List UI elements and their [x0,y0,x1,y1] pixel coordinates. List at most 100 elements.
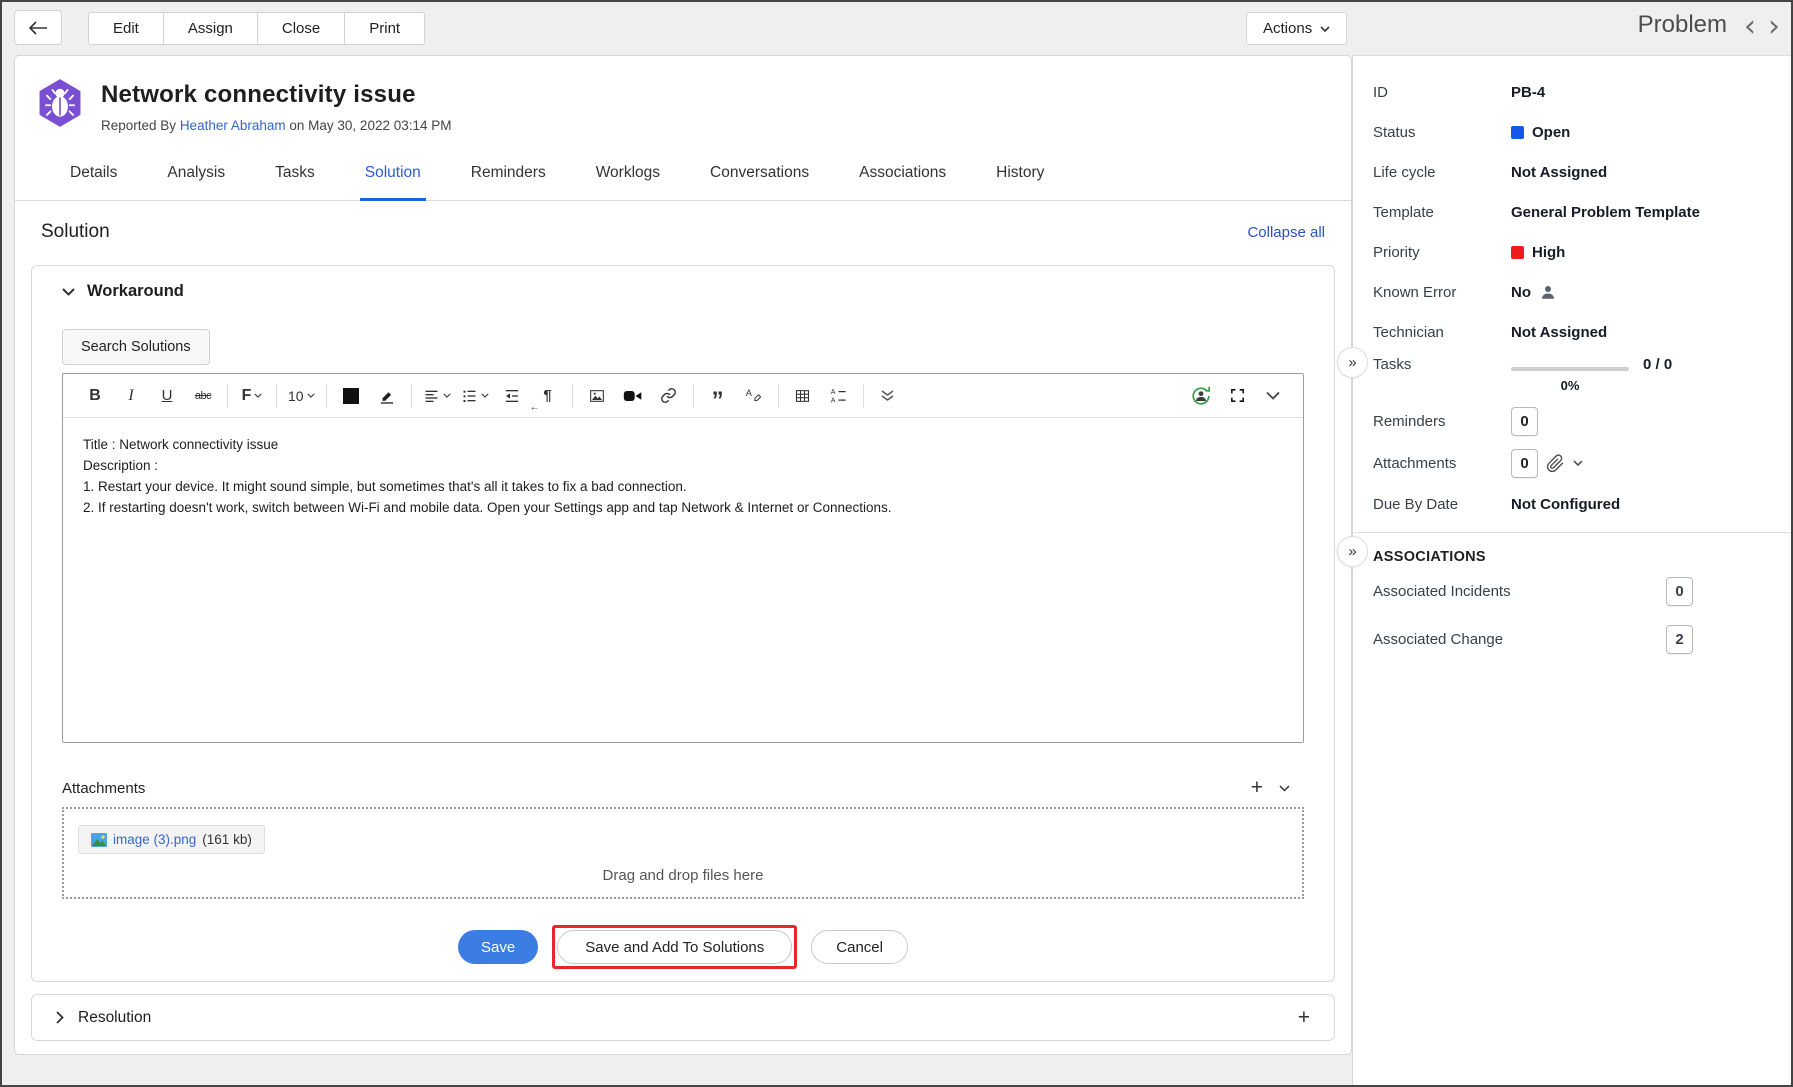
align-icon[interactable] [423,381,451,411]
save-and-add-to-solutions-button[interactable]: Save and Add To Solutions [557,930,792,964]
field-template: Template General Problem Template [1353,192,1791,232]
details-sidebar: » » ID PB-4 Status Open Life cycle Not A… [1352,55,1791,1085]
tab-analysis[interactable]: Analysis [142,145,250,200]
attachment-file-link[interactable]: image (3).png [113,832,196,847]
tab-solution[interactable]: Solution [340,145,446,200]
attachments-count-badge[interactable]: 0 [1511,449,1538,478]
tab-reminders[interactable]: Reminders [446,145,571,200]
field-label: Due By Date [1373,496,1511,513]
editor-content[interactable]: Title : Network connectivity issue Descr… [63,418,1303,742]
ticket-tabs: Details Analysis Tasks Solution Reminder… [15,145,1351,201]
tasks-count: 0 / 0 [1643,356,1672,373]
collapse-toolbar-icon[interactable] [1260,381,1286,411]
action-button-group: Edit Assign Close Print [88,12,425,45]
workaround-header[interactable]: Workaround [62,282,1304,301]
text-direction-icon[interactable]: ¶← [535,381,561,411]
edit-button[interactable]: Edit [88,12,164,45]
associated-incidents-count[interactable]: 0 [1666,577,1693,606]
record-navigation: ‹ › [1739,8,1785,46]
file-dropzone[interactable]: image (3).png (161 kb) Drag and drop fil… [62,807,1304,899]
title-block: Network connectivity issue Reported By H… [101,78,452,133]
associations-heading: ASSOCIATIONS [1353,533,1791,565]
add-attachment-icon[interactable]: + [1251,779,1263,797]
assign-button[interactable]: Assign [163,12,258,45]
more-tools-icon[interactable] [875,381,901,411]
attachments-label: Attachments [62,780,145,797]
close-button[interactable]: Close [257,12,345,45]
font-color-icon[interactable] [338,381,364,411]
paperclip-icon[interactable] [1546,454,1565,473]
associated-change-count[interactable]: 2 [1666,625,1693,654]
insert-table-icon[interactable] [790,381,816,411]
chevron-down-icon[interactable] [1573,460,1583,466]
attachments-actions: + [1251,779,1304,797]
field-tasks: Tasks 0 / 0 0% [1353,352,1791,400]
font-family-icon[interactable]: F [239,381,265,411]
chevron-right-icon [56,1011,64,1024]
bullet-list-icon[interactable] [461,381,489,411]
toolbar-divider [572,384,573,408]
search-solutions-button[interactable]: Search Solutions [62,329,210,365]
toolbar-divider [411,384,412,408]
person-icon[interactable] [1539,283,1557,301]
toolbar-divider [863,384,864,408]
attachment-chip[interactable]: image (3).png (161 kb) [78,825,265,854]
field-value: High [1532,244,1565,261]
previous-record-icon[interactable]: ‹ [1739,8,1761,46]
reminders-count-badge[interactable]: 0 [1511,407,1538,436]
reporter-link[interactable]: Heather Abraham [180,118,286,133]
sidebar-collapse-handle[interactable]: » [1337,347,1368,378]
tab-associations[interactable]: Associations [834,145,971,200]
actions-dropdown-button[interactable]: Actions [1246,12,1347,45]
next-record-icon[interactable]: › [1763,8,1785,46]
ticket-title: Network connectivity issue [101,81,452,109]
add-resolution-icon[interactable]: + [1298,1006,1310,1030]
font-size-value: 10 [288,388,304,404]
chevron-down-icon [443,393,451,398]
cancel-button[interactable]: Cancel [811,930,908,964]
tab-details[interactable]: Details [45,145,142,200]
field-priority: Priority High [1353,232,1791,272]
insert-image-icon[interactable] [584,381,610,411]
field-label: Reminders [1373,413,1511,430]
status-color-swatch [1511,126,1524,139]
strikethrough-icon[interactable]: abc [190,381,216,411]
tab-history[interactable]: History [971,145,1069,200]
field-label: Associated Change [1373,631,1503,648]
highlight-icon[interactable] [374,381,400,411]
toolbar-divider [326,384,327,408]
zia-assist-icon[interactable] [1188,381,1214,411]
italic-icon[interactable]: I [118,381,144,411]
tab-conversations[interactable]: Conversations [685,145,834,200]
insert-video-icon[interactable] [620,381,646,411]
outdent-icon[interactable] [499,381,525,411]
font-size-dropdown[interactable]: 10 [288,381,315,411]
toolbar-divider [778,384,779,408]
toolbar-divider [276,384,277,408]
underline-icon[interactable]: U [154,381,180,411]
tab-worklogs[interactable]: Worklogs [571,145,685,200]
field-due-by-date: Due By Date Not Configured [1353,484,1791,524]
tab-tasks[interactable]: Tasks [250,145,340,200]
field-label: Life cycle [1373,164,1511,181]
checklist-icon[interactable]: AA [826,381,852,411]
back-button[interactable] [14,10,62,45]
reported-line: Reported By Heather Abraham on May 30, 2… [101,118,452,133]
problem-bug-icon [37,78,83,128]
blockquote-icon[interactable]: ” [705,381,731,411]
chevron-down-icon [254,393,262,398]
bold-icon[interactable]: B [82,381,108,411]
field-value: No [1511,284,1531,301]
field-label: Status [1373,124,1511,141]
insert-link-icon[interactable] [656,381,682,411]
clear-format-icon[interactable]: A [741,381,767,411]
save-button[interactable]: Save [458,930,538,964]
chevron-down-icon[interactable] [1279,785,1290,792]
field-label: Technician [1373,324,1511,341]
print-button[interactable]: Print [344,12,425,45]
module-title: Problem [1638,11,1727,39]
associations-collapse-handle[interactable]: » [1337,536,1368,567]
fullscreen-icon[interactable] [1224,381,1250,411]
collapse-all-link[interactable]: Collapse all [1247,224,1325,241]
resolution-panel[interactable]: Resolution + [31,994,1335,1041]
